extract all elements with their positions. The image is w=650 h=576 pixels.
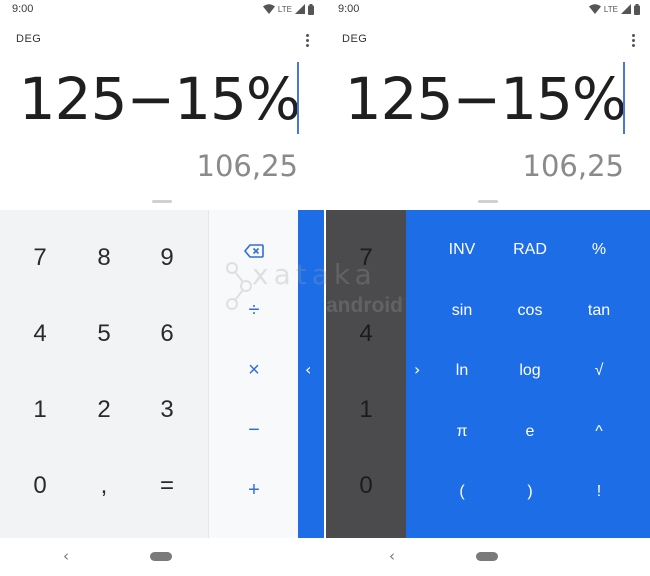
text-cursor <box>297 62 299 134</box>
home-pill-icon[interactable] <box>150 552 172 561</box>
close-paren-button[interactable]: ) <box>500 472 560 512</box>
sqrt-button[interactable]: √ <box>569 351 629 391</box>
factorial-button[interactable]: ! <box>569 472 629 512</box>
digit-0-button: 0 <box>359 472 373 499</box>
watermark-subtitle: android <box>326 294 403 317</box>
chevron-left-icon: ‹ <box>305 360 312 379</box>
status-bar: 9:00 LTE <box>0 0 324 20</box>
angle-mode-indicator[interactable]: DEG <box>342 33 367 45</box>
decimal-button[interactable]: , <box>74 460 134 512</box>
drag-handle[interactable] <box>478 200 498 203</box>
text-cursor <box>623 62 625 134</box>
log-button[interactable]: log <box>500 351 560 391</box>
formula-display[interactable]: 125−15% <box>345 64 627 134</box>
formula-display[interactable]: 125−15% <box>19 64 301 134</box>
open-paren-button[interactable]: ( <box>432 472 492 512</box>
status-time: 9:00 <box>12 3 34 15</box>
navigation-bar: ‹ <box>0 538 324 576</box>
percent-button[interactable]: % <box>569 230 629 270</box>
angle-mode-indicator[interactable]: DEG <box>16 33 41 45</box>
home-pill-icon[interactable] <box>476 552 498 561</box>
overflow-menu-icon[interactable] <box>630 34 638 48</box>
tan-button[interactable]: tan <box>569 291 629 331</box>
add-button[interactable]: + <box>229 470 279 510</box>
digit-5-button[interactable]: 5 <box>74 308 134 360</box>
signal-icon <box>295 4 305 14</box>
advanced-functions-panel: › INV RAD % sin cos tan ln log √ π e ^ (… <box>406 210 650 538</box>
wifi-icon <box>588 4 601 14</box>
digit-0-button[interactable]: 0 <box>10 460 70 512</box>
ln-button[interactable]: ln <box>432 351 492 391</box>
digit-4-button[interactable]: 4 <box>10 308 70 360</box>
power-button[interactable]: ^ <box>569 412 629 452</box>
euler-button[interactable]: e <box>500 412 560 452</box>
status-icons: LTE <box>262 3 314 15</box>
status-icons: LTE <box>588 3 640 15</box>
watermark-logo-icon <box>226 262 252 310</box>
digit-9-button[interactable]: 9 <box>137 232 197 284</box>
back-icon[interactable]: ‹ <box>63 547 69 565</box>
digit-6-button[interactable]: 6 <box>137 308 197 360</box>
status-bar: 9:00 LTE <box>326 0 650 20</box>
cos-button[interactable]: cos <box>500 291 560 331</box>
digit-7-button[interactable]: 7 <box>10 232 70 284</box>
signal-icon <box>621 4 631 14</box>
battery-icon <box>308 3 314 15</box>
wifi-icon <box>262 4 275 14</box>
inverse-button[interactable]: INV <box>432 230 492 270</box>
status-time: 9:00 <box>338 3 360 15</box>
digit-1-button: 1 <box>359 396 373 423</box>
result-preview: 106,25 <box>196 149 298 183</box>
overflow-menu-icon[interactable] <box>304 34 312 48</box>
digit-2-button[interactable]: 2 <box>74 384 134 436</box>
sin-button[interactable]: sin <box>432 291 492 331</box>
pi-button[interactable]: π <box>432 412 492 452</box>
navigation-bar: ‹ <box>326 538 650 576</box>
watermark-brand: xataka <box>252 258 377 291</box>
multiply-button[interactable]: × <box>229 350 279 390</box>
drag-handle[interactable] <box>152 200 172 203</box>
subtract-button[interactable]: − <box>229 410 279 450</box>
network-type: LTE <box>603 4 618 14</box>
battery-icon <box>634 3 640 15</box>
backspace-icon <box>244 243 264 258</box>
back-icon[interactable]: ‹ <box>389 547 395 565</box>
equals-button[interactable]: = <box>137 460 197 512</box>
rad-button[interactable]: RAD <box>500 230 560 270</box>
digit-1-button[interactable]: 1 <box>10 384 70 436</box>
chevron-right-icon[interactable]: › <box>414 360 420 379</box>
digit-3-button[interactable]: 3 <box>137 384 197 436</box>
numeric-keypad: 7 8 9 4 5 6 1 2 3 0 , = <box>0 210 208 538</box>
network-type: LTE <box>277 4 292 14</box>
result-preview: 106,25 <box>522 149 624 183</box>
watermark: xataka android <box>222 258 432 322</box>
digit-8-button[interactable]: 8 <box>74 232 134 284</box>
